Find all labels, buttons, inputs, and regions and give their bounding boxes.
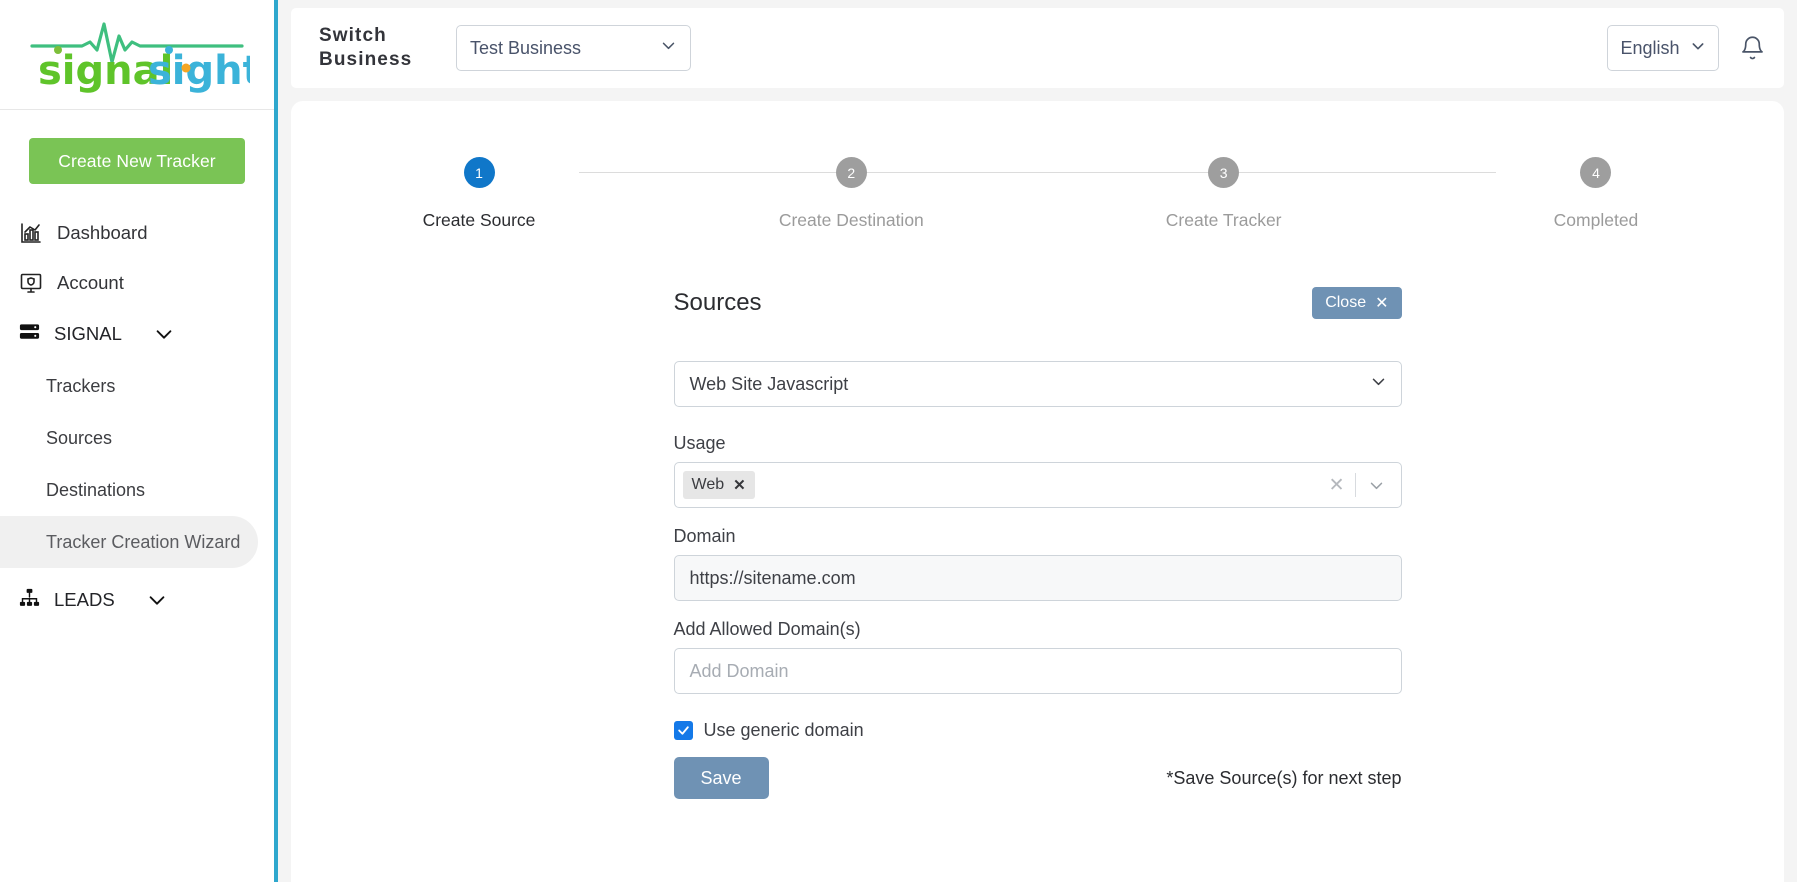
sidebar-group-label: LEADS bbox=[54, 589, 115, 610]
multiselect-tools: ✕ bbox=[1319, 473, 1395, 497]
sidebar-item-account[interactable]: Account bbox=[0, 258, 274, 308]
signalsight-logo-icon: signal sight bbox=[30, 21, 250, 94]
step-label: Create Tracker bbox=[1165, 210, 1282, 230]
wizard-stepper: 1 Create Source 2 Create Destination 3 C… bbox=[379, 157, 1696, 233]
chevron-down-icon[interactable] bbox=[1356, 477, 1395, 494]
chart-bar-icon bbox=[18, 220, 44, 246]
clear-all-icon[interactable]: ✕ bbox=[1319, 474, 1355, 497]
sidebar-group-signal[interactable]: SIGNAL bbox=[0, 308, 274, 360]
use-generic-domain-checkbox[interactable] bbox=[673, 721, 693, 740]
sitemap-icon bbox=[18, 586, 41, 614]
step-create-tracker[interactable]: 3 Create Tracker bbox=[1124, 157, 1324, 231]
sidebar-item-label: Dashboard bbox=[57, 222, 148, 243]
chevron-down-icon bbox=[1690, 38, 1706, 59]
save-row: Save *Save Source(s) for next step bbox=[673, 757, 1402, 799]
panel-header: Sources Close ✕ bbox=[674, 285, 1402, 321]
generic-domain-row: Use generic domain bbox=[673, 720, 1402, 741]
close-x-icon: ✕ bbox=[1375, 295, 1389, 312]
main-region: Switch Business Test Business English 1 … bbox=[278, 0, 1797, 882]
domain-value: https://sitename.com bbox=[689, 567, 856, 588]
sidebar-subitem-label: Tracker Creation Wizard bbox=[46, 531, 241, 552]
usage-field: Usage Web ✕ ✕ bbox=[673, 433, 1402, 508]
step-bubble: 1 bbox=[463, 157, 495, 188]
sidebar-item-sources[interactable]: Sources bbox=[0, 412, 274, 464]
stepper-steps: 1 Create Source 2 Create Destination 3 C… bbox=[379, 157, 1696, 231]
sources-panel: Sources Close ✕ Web Site Javascript Usag… bbox=[673, 285, 1402, 799]
sidebar-item-label: Account bbox=[57, 272, 124, 293]
add-domain-placeholder: Add Domain bbox=[689, 660, 789, 681]
allowed-domains-field: Add Allowed Domain(s) Add Domain bbox=[673, 619, 1402, 694]
usage-tag-label: Web bbox=[691, 476, 725, 493]
content-card: 1 Create Source 2 Create Destination 3 C… bbox=[291, 101, 1784, 882]
app-root: signal sight Create New Tracker Dashboar… bbox=[0, 0, 1797, 882]
top-bar: Switch Business Test Business English bbox=[291, 8, 1784, 88]
monitor-shield-icon bbox=[18, 270, 44, 296]
allowed-domains-label: Add Allowed Domain(s) bbox=[673, 619, 861, 639]
server-icon bbox=[18, 320, 41, 348]
step-label: Completed bbox=[1553, 210, 1639, 230]
chevron-down-icon[interactable] bbox=[146, 589, 168, 611]
usage-multiselect[interactable]: Web ✕ ✕ bbox=[673, 462, 1402, 508]
sidebar-subitem-label: Destinations bbox=[46, 479, 146, 500]
close-button-label: Close bbox=[1325, 294, 1367, 311]
sidebar-subitem-label: Trackers bbox=[46, 375, 116, 396]
domain-input[interactable]: https://sitename.com bbox=[673, 555, 1402, 601]
use-generic-domain-label: Use generic domain bbox=[703, 720, 864, 740]
save-button[interactable]: Save bbox=[673, 757, 769, 799]
business-select-value: Test Business bbox=[470, 37, 582, 58]
switch-business-label: Switch Business bbox=[319, 25, 413, 70]
usage-label: Usage bbox=[673, 433, 726, 453]
app-logo[interactable]: signal sight bbox=[0, 0, 274, 110]
bell-icon[interactable] bbox=[1739, 35, 1766, 62]
sidebar-nav: Dashboard Account SIGNAL Trackers Source… bbox=[0, 208, 274, 626]
save-note: *Save Source(s) for next step bbox=[1166, 767, 1402, 788]
sidebar-item-trackers[interactable]: Trackers bbox=[0, 360, 274, 412]
svg-text:sight: sight bbox=[148, 48, 250, 94]
sidebar-item-tracker-creation-wizard[interactable]: Tracker Creation Wizard bbox=[0, 516, 258, 568]
add-domain-input[interactable]: Add Domain bbox=[673, 648, 1402, 694]
topbar-right-tools: English bbox=[1607, 25, 1766, 71]
source-type-select[interactable]: Web Site Javascript bbox=[673, 361, 1402, 407]
language-select[interactable]: English bbox=[1607, 25, 1719, 71]
stepper-track bbox=[579, 172, 1496, 173]
usage-tag-web[interactable]: Web ✕ bbox=[682, 471, 755, 499]
chevron-down-icon bbox=[1370, 373, 1387, 395]
chevron-down-icon bbox=[660, 37, 677, 59]
step-create-source[interactable]: 1 Create Source bbox=[379, 157, 579, 231]
sidebar-item-dashboard[interactable]: Dashboard bbox=[0, 208, 274, 258]
page-title: Sources bbox=[673, 289, 762, 316]
source-type-value: Web Site Javascript bbox=[689, 373, 849, 394]
sidebar-subitem-label: Sources bbox=[46, 427, 113, 448]
step-label: Create Destination bbox=[778, 210, 924, 230]
chevron-down-icon[interactable] bbox=[153, 323, 175, 345]
step-bubble: 4 bbox=[1580, 157, 1612, 188]
step-create-destination[interactable]: 2 Create Destination bbox=[751, 157, 951, 231]
step-completed[interactable]: 4 Completed bbox=[1496, 157, 1696, 231]
step-bubble: 2 bbox=[835, 157, 867, 188]
sidebar-group-leads[interactable]: LEADS bbox=[0, 574, 274, 626]
domain-label: Domain bbox=[673, 526, 736, 546]
domain-field: Domain https://sitename.com bbox=[673, 526, 1402, 601]
language-select-value: English bbox=[1620, 37, 1680, 58]
step-bubble: 3 bbox=[1208, 157, 1240, 188]
step-label: Create Source bbox=[422, 210, 536, 230]
business-select[interactable]: Test Business bbox=[456, 25, 691, 71]
sidebar: signal sight Create New Tracker Dashboar… bbox=[0, 0, 278, 882]
sidebar-item-destinations[interactable]: Destinations bbox=[0, 464, 274, 516]
sidebar-group-label: SIGNAL bbox=[54, 323, 122, 344]
create-new-tracker-button[interactable]: Create New Tracker bbox=[29, 138, 245, 184]
close-button[interactable]: Close ✕ bbox=[1312, 287, 1402, 319]
chip-remove-icon[interactable]: ✕ bbox=[733, 476, 746, 494]
